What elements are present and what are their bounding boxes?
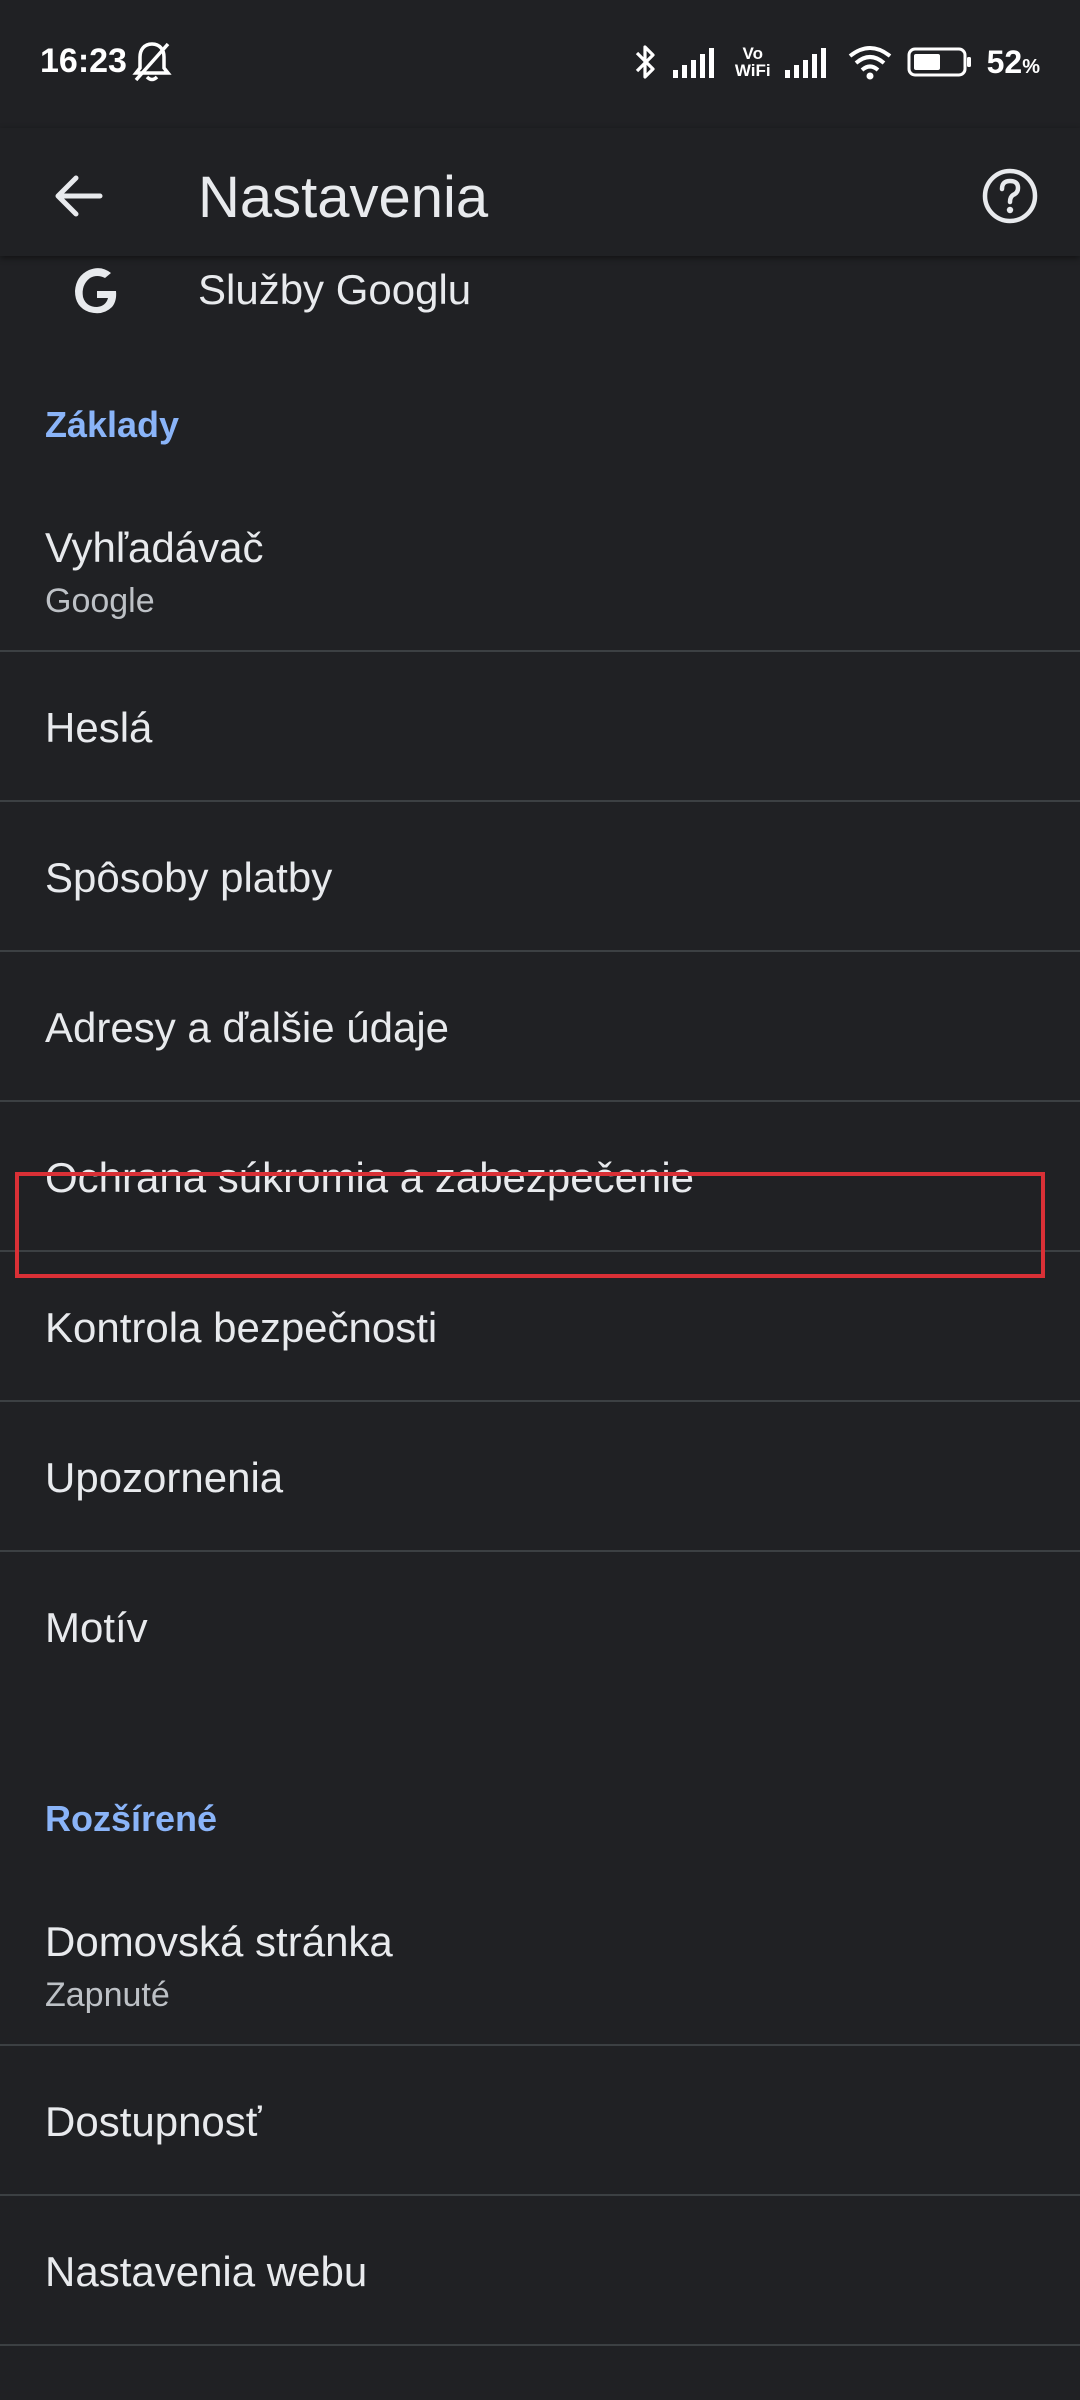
battery-percent: 52%: [986, 43, 1040, 80]
page-title: Nastavenia: [198, 165, 489, 230]
settings-list: Služby Googlu Základy Vyhľadávač Google …: [0, 256, 1080, 2400]
section-header-basics: Základy: [45, 404, 180, 445]
item-subtitle: Zapnuté: [45, 1976, 170, 2014]
arrow-back-icon: [52, 170, 104, 227]
item-title: Kontrola bezpečnosti: [45, 1304, 438, 1351]
signal-icon-2: [784, 46, 833, 78]
google-g-icon: [70, 264, 124, 318]
settings-item-notifications[interactable]: Upozornenia: [0, 1402, 1080, 1552]
settings-item-site-settings[interactable]: Nastavenia webu: [0, 2196, 1080, 2346]
battery-icon: [907, 46, 973, 78]
back-button[interactable]: [38, 158, 118, 238]
app-toolbar: Nastavenia: [0, 128, 1080, 256]
item-title: Spôsoby platby: [45, 854, 333, 901]
help-circle-icon: [980, 166, 1040, 231]
item-subtitle: Google: [45, 582, 155, 620]
settings-item-passwords[interactable]: Heslá: [0, 652, 1080, 802]
settings-item-safety-check[interactable]: Kontrola bezpečnosti: [0, 1252, 1080, 1402]
status-icons: Vo WiFi 52%: [633, 40, 1040, 84]
item-title: Adresy a ďalšie údaje: [45, 1004, 450, 1051]
item-title: Upozornenia: [45, 1454, 284, 1501]
item-title: Vyhľadávač: [45, 524, 264, 571]
settings-item-payment-methods[interactable]: Spôsoby platby: [0, 802, 1080, 952]
status-bar: 16:23 Vo WiFi 52%: [0, 0, 1080, 128]
section-header-advanced: Rozšírené: [45, 1798, 218, 1839]
settings-item-privacy-security[interactable]: Ochrana súkromia a zabezpečenie: [0, 1102, 1080, 1252]
signal-icon: [672, 46, 721, 78]
item-title: Nastavenia webu: [45, 2248, 368, 2295]
settings-item-addresses[interactable]: Adresy a ďalšie údaje: [0, 952, 1080, 1102]
settings-item-accessibility[interactable]: Dostupnosť: [0, 2046, 1080, 2196]
item-title: Motív: [45, 1604, 148, 1651]
help-button[interactable]: [970, 158, 1050, 238]
item-title: Domovská stránka: [45, 1918, 393, 1965]
item-title: Heslá: [45, 704, 153, 751]
wifi-icon: [847, 44, 893, 80]
bell-off-icon: [132, 40, 172, 84]
google-services-item[interactable]: Služby Googlu: [0, 256, 1080, 346]
settings-item-search-engine[interactable]: Vyhľadávač Google: [0, 482, 1080, 652]
item-title: Dostupnosť: [45, 2098, 262, 2145]
bluetooth-icon: [633, 42, 659, 82]
google-services-label: Služby Googlu: [198, 266, 472, 313]
status-time: 16:23: [40, 42, 127, 80]
settings-item-theme[interactable]: Motív: [0, 1552, 1080, 1702]
item-title: Ochrana súkromia a zabezpečenie: [45, 1154, 695, 1201]
vowifi-icon: Vo WiFi: [734, 44, 771, 80]
settings-item-homepage[interactable]: Domovská stránka Zapnuté: [0, 1876, 1080, 2046]
